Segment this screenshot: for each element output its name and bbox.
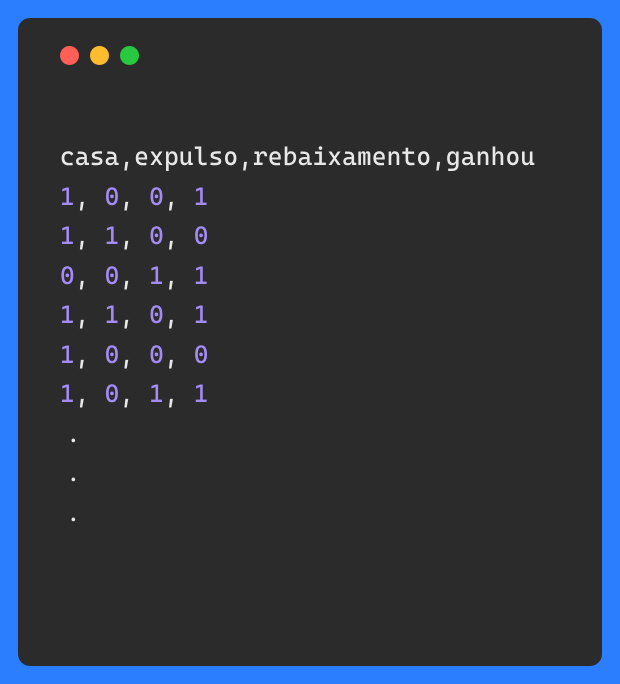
separator: , <box>75 261 105 290</box>
separator: , <box>75 182 105 211</box>
separator: , <box>75 221 105 250</box>
csv-value: 1 <box>149 261 164 290</box>
separator: , <box>164 221 194 250</box>
separator: , <box>75 379 105 408</box>
csv-header: casa,expulso,rebaixamento,ganhou <box>60 137 560 177</box>
csv-value: 1 <box>60 379 75 408</box>
csv-value: 0 <box>149 182 164 211</box>
csv-value: 1 <box>105 221 120 250</box>
csv-value: 1 <box>60 182 75 211</box>
csv-row: 1, 1, 0, 0 <box>60 216 560 256</box>
separator: , <box>164 182 194 211</box>
csv-value: 1 <box>149 379 164 408</box>
separator: , <box>119 261 149 290</box>
csv-value: 1 <box>194 261 209 290</box>
separator: , <box>164 379 194 408</box>
separator: , <box>164 300 194 329</box>
csv-value: 1 <box>60 221 75 250</box>
ellipsis-dot: . <box>60 493 560 533</box>
csv-row: 1, 0, 0, 0 <box>60 335 560 375</box>
csv-value: 0 <box>60 261 75 290</box>
window-controls <box>60 46 560 65</box>
ellipsis: ... <box>60 414 560 533</box>
csv-value: 1 <box>194 182 209 211</box>
separator: , <box>75 340 105 369</box>
separator: , <box>119 340 149 369</box>
csv-row: 1, 0, 0, 1 <box>60 177 560 217</box>
close-icon[interactable] <box>60 46 79 65</box>
separator: , <box>164 340 194 369</box>
separator: , <box>119 300 149 329</box>
csv-value: 0 <box>105 261 120 290</box>
csv-value: 1 <box>105 300 120 329</box>
csv-value: 0 <box>105 340 120 369</box>
separator: , <box>119 379 149 408</box>
terminal-window: casa,expulso,rebaixamento,ganhou 1, 0, 0… <box>18 18 602 666</box>
csv-rows: 1, 0, 0, 11, 1, 0, 00, 0, 1, 11, 1, 0, 1… <box>60 177 560 414</box>
csv-value: 0 <box>149 340 164 369</box>
separator: , <box>119 182 149 211</box>
csv-value: 0 <box>194 221 209 250</box>
csv-value: 1 <box>194 300 209 329</box>
csv-row: 1, 1, 0, 1 <box>60 295 560 335</box>
csv-row: 1, 0, 1, 1 <box>60 374 560 414</box>
csv-value: 1 <box>60 340 75 369</box>
csv-value: 0 <box>149 300 164 329</box>
ellipsis-dot: . <box>60 414 560 454</box>
code-content: casa,expulso,rebaixamento,ganhou 1, 0, 0… <box>60 137 560 532</box>
csv-value: 0 <box>149 221 164 250</box>
zoom-icon[interactable] <box>120 46 139 65</box>
csv-value: 1 <box>194 379 209 408</box>
ellipsis-dot: . <box>60 453 560 493</box>
csv-value: 0 <box>105 379 120 408</box>
csv-row: 0, 0, 1, 1 <box>60 256 560 296</box>
separator: , <box>119 221 149 250</box>
csv-value: 1 <box>60 300 75 329</box>
minimize-icon[interactable] <box>90 46 109 65</box>
csv-value: 0 <box>194 340 209 369</box>
separator: , <box>164 261 194 290</box>
separator: , <box>75 300 105 329</box>
csv-value: 0 <box>105 182 120 211</box>
